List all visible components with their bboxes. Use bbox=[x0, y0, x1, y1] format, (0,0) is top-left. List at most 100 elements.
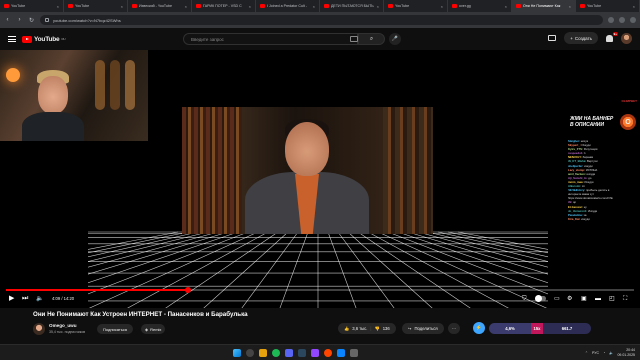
dislike-count[interactable]: 136 bbox=[383, 326, 390, 331]
file-explorer-icon[interactable] bbox=[258, 348, 267, 357]
shield-icon[interactable]: ⛉ bbox=[522, 295, 527, 303]
browser-tab[interactable]: YouTube × bbox=[384, 0, 448, 12]
remix-icon: ◈ bbox=[145, 326, 149, 332]
lamp-light bbox=[6, 68, 20, 82]
tab-title: YouTube bbox=[11, 4, 26, 8]
theater-icon[interactable]: ▬ bbox=[595, 295, 601, 303]
site-info-icon[interactable] bbox=[45, 18, 49, 22]
subscribe-label: Подписаться bbox=[103, 326, 127, 332]
subscribe-button[interactable]: Подписаться bbox=[97, 324, 133, 334]
youtube-logo[interactable]: YouTube RU bbox=[22, 35, 66, 43]
browser-tab[interactable]: Ихвеский - YouTube × bbox=[128, 0, 192, 12]
streamer-body bbox=[22, 112, 84, 141]
search-button[interactable]: ⌕ bbox=[358, 33, 385, 45]
subtitles-icon[interactable]: ▭ bbox=[554, 295, 560, 303]
share-button[interactable]: ↪ Поделиться bbox=[402, 323, 444, 334]
browser-tab[interactable]: ГАРИК ПОТЕР - VSD C × bbox=[192, 0, 256, 12]
extension-icon[interactable] bbox=[619, 17, 625, 23]
close-tab-icon[interactable]: × bbox=[505, 4, 507, 9]
browser-tab[interactable]: YouTube × bbox=[576, 0, 640, 12]
os-taskbar: ⌃ РУС ◔ 🔈 20:44 09.01.2025 bbox=[0, 344, 640, 360]
close-tab-icon[interactable]: × bbox=[249, 4, 251, 9]
menu-icon[interactable] bbox=[8, 36, 16, 42]
url-text: youtube.com/watch?v=N7bqz42SWhs bbox=[53, 17, 121, 23]
close-tab-icon[interactable]: × bbox=[121, 4, 123, 9]
close-tab-icon[interactable]: × bbox=[185, 4, 187, 9]
tab-favicon-icon bbox=[388, 4, 393, 8]
channel-name[interactable]: Omego_uwu bbox=[49, 323, 77, 328]
spotify-icon[interactable] bbox=[271, 348, 280, 357]
play-icon[interactable]: ▶ bbox=[9, 295, 14, 303]
next-icon[interactable]: ⏭ bbox=[22, 295, 28, 303]
reload-icon[interactable]: ↻ bbox=[28, 17, 35, 24]
notifications-icon[interactable]: 9+ bbox=[606, 31, 618, 42]
tray-arrow-icon[interactable]: ⌃ bbox=[585, 351, 588, 355]
back-icon[interactable]: ‹ bbox=[4, 17, 11, 23]
close-tab-icon[interactable]: × bbox=[313, 4, 315, 9]
cast-icon[interactable]: ◰ bbox=[609, 295, 615, 303]
twitch-icon[interactable] bbox=[310, 348, 319, 357]
chat-message: Kira_Kai: ихкуди bbox=[566, 217, 640, 221]
steam-icon[interactable] bbox=[297, 348, 306, 357]
create-button[interactable]: + Создать bbox=[564, 32, 598, 44]
like-icon[interactable]: 👍 bbox=[344, 326, 349, 332]
more-actions-button[interactable]: ⋯ bbox=[448, 323, 461, 334]
video-player[interactable]: OLIMPBET ЖМИ НА БАННЕР В ОПИСАНИИ O Slei… bbox=[0, 50, 640, 308]
video-clip-frame bbox=[182, 107, 433, 234]
autoplay-toggle[interactable] bbox=[535, 295, 546, 302]
address-bar[interactable]: youtube.com/watch?v=N7bqz42SWhs bbox=[40, 15, 603, 25]
search-input[interactable]: Введите запрос bbox=[183, 33, 358, 45]
app-icon[interactable] bbox=[349, 348, 358, 357]
telegram-icon[interactable] bbox=[336, 348, 345, 357]
tab-title: Ихвеский - YouTube bbox=[139, 4, 172, 8]
remix-label: Remix bbox=[150, 326, 162, 332]
chat-sponsor-header: OLIMPBET bbox=[621, 99, 638, 103]
close-tab-icon[interactable]: × bbox=[633, 4, 635, 9]
browser-tab[interactable]: YouTube × bbox=[64, 0, 128, 12]
volume-icon[interactable]: 🔈 bbox=[609, 351, 613, 355]
avatar[interactable] bbox=[621, 32, 632, 44]
discord-icon[interactable] bbox=[284, 348, 293, 357]
speaker-figure bbox=[240, 119, 370, 234]
forward-icon[interactable]: › bbox=[16, 17, 23, 23]
browser-icon[interactable] bbox=[323, 348, 332, 357]
lang-indicator[interactable]: РУС bbox=[592, 351, 599, 355]
wifi-icon[interactable]: ◔ bbox=[603, 351, 605, 355]
fullscreen-icon[interactable]: ⛶ bbox=[623, 295, 627, 303]
remix-button[interactable]: ◈ Remix bbox=[141, 324, 166, 334]
close-tab-icon[interactable]: × bbox=[377, 4, 379, 9]
channel-avatar[interactable] bbox=[33, 323, 45, 335]
progress-scrubber[interactable] bbox=[185, 287, 192, 293]
close-tab-icon[interactable]: × bbox=[569, 4, 571, 9]
close-tab-icon[interactable]: × bbox=[441, 4, 443, 9]
browser-tab[interactable]: YouTube × bbox=[0, 0, 64, 12]
dislike-icon[interactable]: 👎 bbox=[374, 326, 379, 332]
keyboard-icon[interactable] bbox=[350, 36, 358, 42]
chat-message-list: Sleigher: нихуя Skypert_: Ихкуди Kyiru_FTS… bbox=[566, 139, 640, 221]
progress-bar[interactable] bbox=[6, 287, 634, 293]
browser-tab[interactable]: Они Не Понимают Как × bbox=[512, 0, 576, 12]
coin-label: O bbox=[625, 118, 631, 126]
voice-search-icon[interactable]: 🎤 bbox=[389, 33, 401, 45]
tab-title: over.gg bbox=[459, 4, 471, 8]
tab-title: YouTube bbox=[395, 4, 410, 8]
tab-favicon-icon bbox=[324, 4, 329, 8]
clock[interactable]: 20:44 09.01.2025 bbox=[617, 348, 635, 357]
browser-tab[interactable]: over.gg × bbox=[448, 0, 512, 12]
search-icon[interactable] bbox=[245, 348, 254, 357]
cast-icon[interactable] bbox=[548, 35, 557, 41]
browser-tab[interactable]: I Joined a Predator Cult - × bbox=[256, 0, 320, 12]
like-count[interactable]: 3,6 тыс. bbox=[352, 326, 367, 331]
miniplayer-icon[interactable]: ▣ bbox=[581, 295, 587, 303]
taskbar-apps bbox=[232, 348, 358, 357]
profile-icon[interactable] bbox=[630, 17, 636, 23]
rating-value: 4,6% bbox=[489, 323, 531, 334]
more-icon: ⋯ bbox=[452, 326, 457, 331]
close-tab-icon[interactable]: × bbox=[57, 4, 59, 9]
extension-icon[interactable] bbox=[608, 17, 614, 23]
volume-icon[interactable]: 🔈 bbox=[36, 295, 43, 303]
settings-icon[interactable]: ⚙ bbox=[567, 295, 572, 303]
rating-extension-icon[interactable]: ⚡ bbox=[473, 322, 485, 334]
browser-tab[interactable]: ДЕТИ ПЫТАЮТСЯ БЫТЬ × bbox=[320, 0, 384, 12]
start-icon[interactable] bbox=[232, 348, 241, 357]
